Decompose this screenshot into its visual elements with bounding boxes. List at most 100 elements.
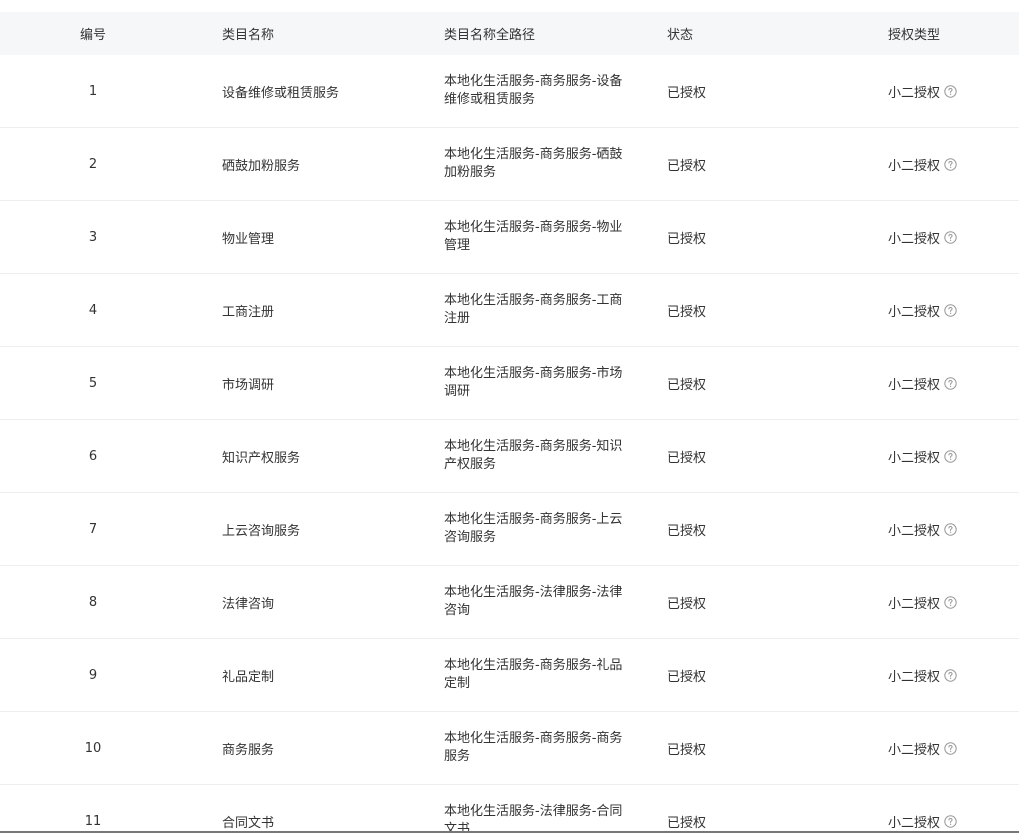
cell-auth: 小二授权 (888, 493, 1019, 565)
cell-id: 10 (84, 740, 102, 756)
cell-path: 本地化生活服务-法律服务-法律咨询 (444, 566, 634, 638)
auth-wrap: 小二授权 (888, 520, 957, 539)
cell-id: 6 (88, 448, 98, 464)
question-circle-icon[interactable] (944, 84, 957, 98)
cell-auth: 小二授权 (888, 566, 1019, 638)
cell-path-text: 本地化生活服务-商务服务-商务服务 (444, 731, 623, 764)
table-row: 6 知识产权服务 本地化生活服务-商务服务-知识产权服务 已授权 小二授权 (0, 420, 1019, 493)
cell-path-text: 本地化生活服务-商务服务-知识产权服务 (444, 439, 623, 472)
cell-path: 本地化生活服务-法律服务-合同文书 (444, 785, 634, 831)
auth-wrap: 小二授权 (888, 301, 957, 320)
cell-auth: 小二授权 (888, 201, 1019, 273)
question-circle-icon[interactable] (944, 668, 957, 682)
header-path: 类目名称全路径 (444, 28, 536, 43)
table-row: 11 合同文书 本地化生活服务-法律服务-合同文书 已授权 小二授权 (0, 785, 1019, 831)
cell-path-text: 本地化生活服务-商务服务-硒鼓加粉服务 (444, 147, 623, 180)
cell-path-text: 本地化生活服务-法律服务-合同文书 (444, 804, 623, 831)
cell-name: 合同文书 (222, 815, 275, 831)
auth-wrap: 小二授权 (888, 812, 957, 831)
table-row: 5 市场调研 本地化生活服务-商务服务-市场调研 已授权 小二授权 (0, 347, 1019, 420)
cell-auth-text: 小二授权 (888, 669, 941, 685)
cell-id: 5 (88, 375, 98, 391)
table-header: 编号 类目名称 类目名称全路径 状态 授权类型 (0, 12, 1019, 55)
cell-path-text: 本地化生活服务-商务服务-物业管理 (444, 220, 623, 253)
question-circle-icon[interactable] (944, 230, 957, 244)
table-body: 1 设备维修或租赁服务 本地化生活服务-商务服务-设备维修或租赁服务 已授权 小… (0, 55, 1019, 831)
cell-auth: 小二授权 (888, 712, 1019, 784)
cell-auth-text: 小二授权 (888, 815, 941, 831)
cell-auth: 小二授权 (888, 639, 1019, 711)
cell-path: 本地化生活服务-商务服务-设备维修或租赁服务 (444, 55, 634, 127)
cell-auth-text: 小二授权 (888, 158, 941, 174)
cell-path: 本地化生活服务-商务服务-上云咨询服务 (444, 493, 634, 565)
cell-id: 7 (88, 521, 98, 537)
header-auth: 授权类型 (888, 28, 941, 43)
header-id: 编号 (79, 28, 106, 43)
auth-wrap: 小二授权 (888, 593, 957, 612)
table-row: 10 商务服务 本地化生活服务-商务服务-商务服务 已授权 小二授权 (0, 712, 1019, 785)
table-row: 1 设备维修或租赁服务 本地化生活服务-商务服务-设备维修或租赁服务 已授权 小… (0, 55, 1019, 128)
cell-path: 本地化生活服务-商务服务-知识产权服务 (444, 420, 634, 492)
cell-id: 2 (88, 156, 98, 172)
cell-auth-text: 小二授权 (888, 85, 941, 101)
cell-status: 已授权 (667, 304, 707, 320)
cell-id: 8 (88, 594, 98, 610)
question-circle-icon[interactable] (944, 522, 957, 536)
question-circle-icon[interactable] (944, 449, 957, 463)
cell-name: 硒鼓加粉服务 (222, 158, 301, 174)
cell-status: 已授权 (667, 85, 707, 101)
cell-status: 已授权 (667, 231, 707, 247)
cell-status: 已授权 (667, 523, 707, 539)
table-row: 3 物业管理 本地化生活服务-商务服务-物业管理 已授权 小二授权 (0, 201, 1019, 274)
question-circle-icon[interactable] (944, 157, 957, 171)
cell-status: 已授权 (667, 377, 707, 393)
table-row: 9 礼品定制 本地化生活服务-商务服务-礼品定制 已授权 小二授权 (0, 639, 1019, 712)
cell-path-text: 本地化生活服务-商务服务-工商注册 (444, 293, 623, 326)
cell-auth: 小二授权 (888, 785, 1019, 831)
table-row: 8 法律咨询 本地化生活服务-法律服务-法律咨询 已授权 小二授权 (0, 566, 1019, 639)
cell-auth: 小二授权 (888, 420, 1019, 492)
cell-name: 设备维修或租赁服务 (222, 85, 340, 101)
cell-path: 本地化生活服务-商务服务-硒鼓加粉服务 (444, 128, 634, 200)
auth-wrap: 小二授权 (888, 228, 957, 247)
category-table: 编号 类目名称 类目名称全路径 状态 授权类型 1 设备维修或租赁服务 本地化生… (0, 12, 1019, 831)
cell-name: 知识产权服务 (222, 450, 301, 466)
auth-wrap: 小二授权 (888, 155, 957, 174)
cell-name: 上云咨询服务 (222, 523, 301, 539)
cell-status: 已授权 (667, 596, 707, 612)
question-circle-icon[interactable] (944, 814, 957, 828)
cell-auth: 小二授权 (888, 347, 1019, 419)
cell-status: 已授权 (667, 669, 707, 685)
cell-auth-text: 小二授权 (888, 523, 941, 539)
auth-wrap: 小二授权 (888, 447, 957, 466)
cell-path-text: 本地化生活服务-商务服务-礼品定制 (444, 658, 623, 691)
cell-id: 3 (88, 229, 98, 245)
auth-wrap: 小二授权 (888, 374, 957, 393)
cell-path-text: 本地化生活服务-商务服务-上云咨询服务 (444, 512, 623, 545)
cell-status: 已授权 (667, 742, 707, 758)
auth-wrap: 小二授权 (888, 82, 957, 101)
question-circle-icon[interactable] (944, 741, 957, 755)
question-circle-icon[interactable] (944, 376, 957, 390)
question-circle-icon[interactable] (944, 303, 957, 317)
cell-auth: 小二授权 (888, 274, 1019, 346)
cell-status: 已授权 (667, 158, 707, 174)
cell-auth: 小二授权 (888, 55, 1019, 127)
auth-wrap: 小二授权 (888, 739, 957, 758)
question-circle-icon[interactable] (944, 595, 957, 609)
cell-id: 4 (88, 302, 98, 318)
cell-status: 已授权 (667, 815, 707, 831)
cell-auth-text: 小二授权 (888, 304, 941, 320)
header-status: 状态 (667, 28, 694, 43)
cell-path-text: 本地化生活服务-法律服务-法律咨询 (444, 585, 623, 618)
header-name: 类目名称 (222, 28, 275, 43)
cell-path: 本地化生活服务-商务服务-礼品定制 (444, 639, 634, 711)
cell-id: 1 (88, 83, 98, 99)
cell-auth-text: 小二授权 (888, 377, 941, 393)
cell-name: 物业管理 (222, 231, 275, 247)
cell-auth-text: 小二授权 (888, 596, 941, 612)
cell-name: 市场调研 (222, 377, 275, 393)
cell-path-text: 本地化生活服务-商务服务-市场调研 (444, 366, 623, 399)
cell-name: 工商注册 (222, 304, 275, 320)
cell-name: 法律咨询 (222, 596, 275, 612)
